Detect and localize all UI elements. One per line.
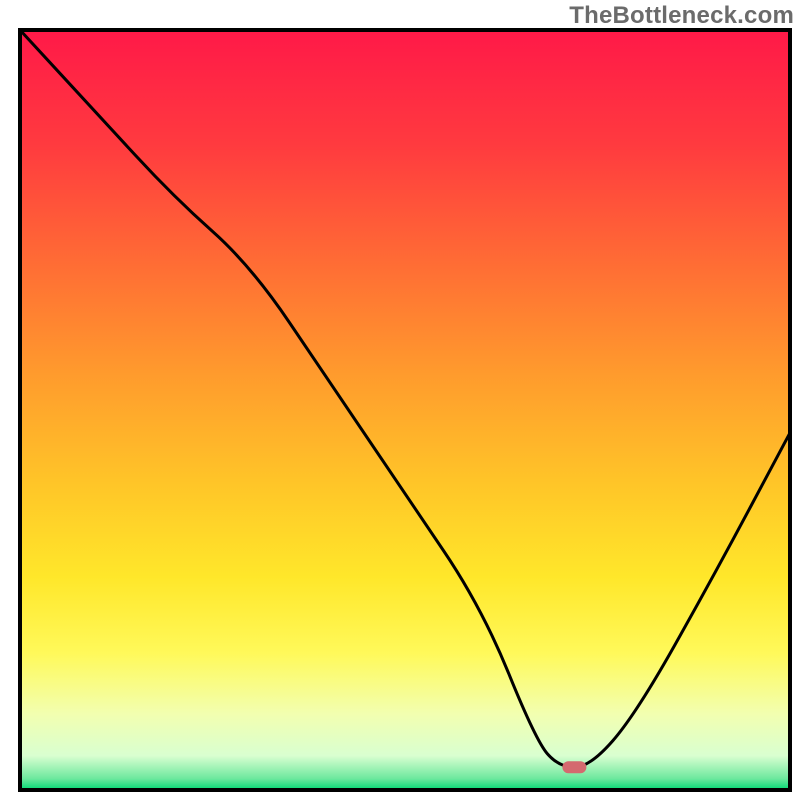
bottleneck-chart [0, 0, 800, 800]
optimal-marker [562, 761, 586, 773]
chart-canvas: TheBottleneck.com [0, 0, 800, 800]
gradient-background [20, 30, 790, 790]
